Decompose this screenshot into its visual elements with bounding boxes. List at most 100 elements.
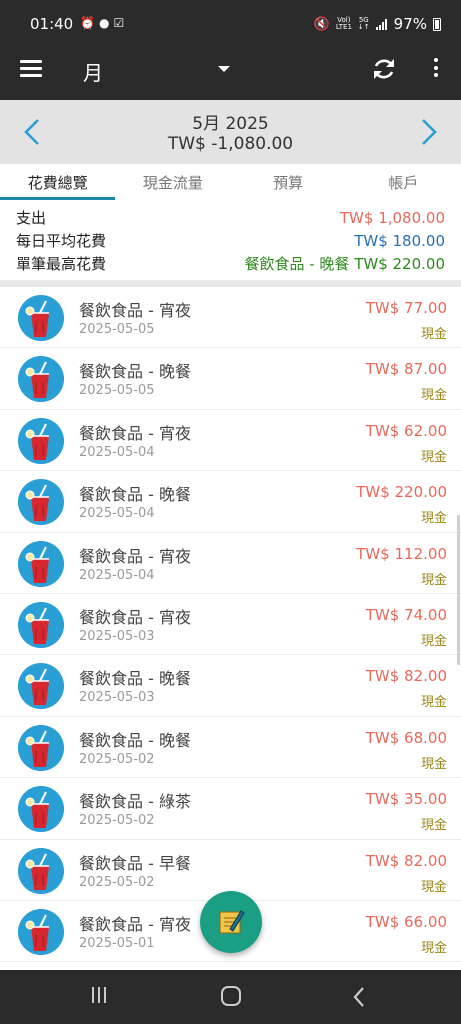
food-drink-category-icon: [18, 479, 64, 526]
food-drink-category-icon: [18, 663, 64, 710]
transaction-amount: TW$ 87.00: [365, 360, 447, 379]
max-value: 餐飲食品 - 晚餐 TW$ 220.00: [244, 255, 445, 273]
transaction-account: 現金: [420, 327, 447, 342]
transaction-date: 2025-05-03: [79, 628, 155, 644]
list-item[interactable]: 餐飲食品 - 宵夜 2025-05-05 TW$ 77.00 現金: [0, 287, 461, 349]
tab-budget[interactable]: 預算: [231, 164, 346, 200]
transaction-account: 現金: [420, 511, 447, 527]
food-drink-category-icon: [18, 295, 64, 341]
food-drink-category-icon: [18, 540, 64, 587]
transaction-account: 現金: [420, 388, 447, 404]
list-item[interactable]: 餐飲食品 - 宵夜 2025-05-04 TW$ 112.00 現金: [0, 532, 461, 594]
transaction-title: 餐飲食品 - 宵夜: [79, 423, 191, 443]
transaction-title: 餐飲食品 - 晚餐: [79, 730, 191, 750]
transaction-date: 2025-05-03: [79, 690, 155, 706]
transaction-amount: TW$ 77.00: [365, 299, 447, 317]
back-icon[interactable]: [352, 986, 366, 1008]
sync-icon[interactable]: [370, 55, 398, 83]
transaction-account: 現金: [420, 756, 447, 772]
tab-cash-flow[interactable]: 現金流量: [115, 164, 230, 200]
app-bar: 月: [0, 38, 461, 100]
transaction-title: 餐飲食品 - 宵夜: [79, 301, 191, 320]
daily-avg-label: 每日平均花費: [16, 232, 107, 250]
expense-label: 支出: [16, 209, 47, 227]
transaction-title: 餐飲食品 - 晚餐: [79, 362, 191, 382]
status-right: 🔇 Vol) LTE1 5G ↓↑ 97%: [314, 15, 441, 33]
month-title: 5月 2025: [192, 114, 269, 134]
system-nav-bar: [0, 970, 461, 1024]
dropdown-caret-icon[interactable]: [218, 66, 230, 72]
food-drink-category-icon: [18, 847, 64, 894]
transaction-list: 餐飲食品 - 宵夜 2025-05-05 TW$ 77.00 現金 餐飲食品 -…: [0, 287, 461, 963]
signal-icon: [375, 18, 388, 30]
tab-bar: 花費總覽 現金流量 預算 帳戶: [0, 164, 461, 200]
food-drink-category-icon: [18, 601, 64, 648]
transaction-amount: TW$ 68.00: [365, 728, 447, 747]
max-label: 單筆最高花費: [16, 255, 107, 273]
battery-text: 97%: [393, 15, 427, 33]
daily-avg-value: TW$ 180.00: [354, 231, 445, 250]
chevron-right-icon[interactable]: [417, 117, 441, 147]
scroll-indicator[interactable]: [457, 515, 460, 665]
transaction-title: 餐飲食品 - 宵夜: [79, 546, 191, 566]
list-item[interactable]: 餐飲食品 - 晚餐 2025-05-05 TW$ 87.00 現金: [0, 348, 461, 410]
recent-apps-icon[interactable]: [92, 987, 110, 1005]
month-header: 5月 2025 TW$ -1,080.00: [0, 100, 461, 164]
transaction-amount: TW$ 82.00: [365, 851, 447, 870]
transaction-account: 現金: [420, 879, 447, 895]
list-item[interactable]: 餐飲食品 - 晚餐 2025-05-03 TW$ 82.00 現金: [0, 655, 461, 717]
transaction-amount: TW$ 220.00: [356, 483, 447, 502]
network-gen-indicator: 5G ↓↑: [357, 16, 370, 31]
month-total: TW$ -1,080.00: [167, 134, 294, 154]
volte-indicator: Vol) LTE1: [335, 16, 352, 31]
edit-note-icon: [219, 910, 245, 934]
list-item[interactable]: 餐飲食品 - 綠茶 2025-05-02 TW$ 35.00 現金: [0, 778, 461, 840]
transaction-title: 餐飲食品 - 晚餐: [79, 485, 191, 505]
list-item[interactable]: 餐飲食品 - 晚餐 2025-05-04 TW$ 220.00 現金: [0, 471, 461, 533]
transaction-amount: TW$ 66.00: [365, 912, 447, 931]
transaction-title: 餐飲食品 - 綠茶: [79, 792, 191, 812]
transaction-title: 餐飲食品 - 早餐: [79, 853, 191, 873]
transaction-date: 2025-05-02: [79, 874, 155, 890]
tab-accounts[interactable]: 帳戶: [346, 164, 461, 200]
transaction-amount: TW$ 112.00: [356, 544, 447, 563]
expense-value: TW$ 1,080.00: [339, 208, 445, 227]
transaction-account: 現金: [420, 572, 447, 588]
transaction-date: 2025-05-02: [79, 813, 155, 829]
transaction-account: 現金: [420, 818, 447, 834]
menu-icon[interactable]: [20, 60, 42, 77]
status-time: 01:40: [30, 15, 74, 33]
food-drink-category-icon: [18, 356, 64, 403]
transaction-account: 現金: [420, 940, 447, 956]
transaction-account: 現金: [420, 633, 447, 649]
transaction-date: 2025-05-04: [79, 506, 155, 522]
home-icon[interactable]: [221, 986, 241, 1006]
status-bar: 01:40 ⏰ ● ☑ 🔇 Vol) LTE1 5G ↓↑ 97%: [0, 0, 461, 38]
list-item[interactable]: 餐飲食品 - 宵夜 2025-05-04 TW$ 62.00 現金: [0, 409, 461, 472]
transaction-amount: TW$ 62.00: [365, 421, 447, 440]
food-drink-category-icon: [18, 417, 64, 464]
transaction-date: 2025-05-04: [79, 444, 155, 460]
period-selector-label[interactable]: 月: [83, 57, 103, 86]
add-transaction-button[interactable]: [200, 891, 262, 953]
tab-expense-overview[interactable]: 花費總覽: [0, 164, 116, 200]
food-drink-category-icon: [18, 908, 64, 955]
battery-icon: [433, 17, 441, 31]
transaction-date: 2025-05-05: [79, 322, 155, 337]
summary-daily-avg-row: 每日平均花費 TW$ 180.00: [16, 229, 445, 252]
transaction-account: 現金: [420, 449, 447, 465]
more-vert-icon[interactable]: [431, 58, 441, 80]
transaction-date: 2025-05-01: [79, 935, 155, 951]
transaction-account: 現金: [420, 695, 447, 711]
food-drink-category-icon: [18, 724, 64, 771]
chat-bubble-icon: ●: [98, 16, 110, 30]
list-item[interactable]: 餐飲食品 - 晚餐 2025-05-02 TW$ 68.00 現金: [0, 716, 461, 779]
status-notification-icons: ⏰ ● ☑: [80, 16, 124, 30]
transaction-title: 餐飲食品 - 晚餐: [79, 669, 191, 689]
checkbox-icon: ☑: [113, 16, 125, 30]
summary-expense-row: 支出 TW$ 1,080.00: [16, 206, 445, 229]
alarm-icon: ⏰: [80, 16, 95, 30]
transaction-date: 2025-05-02: [79, 751, 155, 767]
list-item[interactable]: 餐飲食品 - 宵夜 2025-05-03 TW$ 74.00 現金: [0, 593, 461, 656]
transaction-date: 2025-05-04: [79, 567, 155, 583]
